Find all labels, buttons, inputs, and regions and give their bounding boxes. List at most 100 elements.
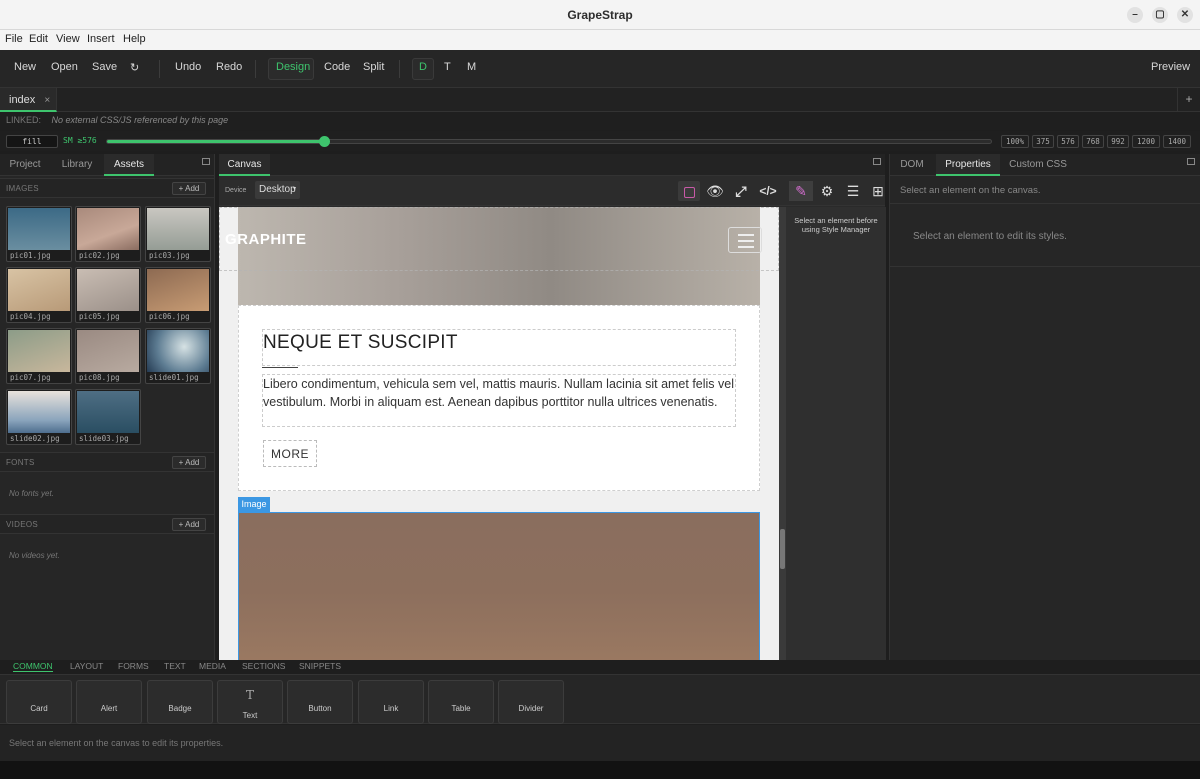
block-text[interactable]: T Text [217, 680, 283, 724]
component-outline-icon[interactable] [678, 181, 700, 201]
eye-icon[interactable]: 👁 [704, 181, 726, 201]
block-tab-media[interactable]: MEDIA [199, 661, 226, 671]
width-chip[interactable]: 1200 [1132, 135, 1160, 148]
width-slider[interactable] [106, 136, 992, 147]
split-mode-button[interactable]: Split [363, 61, 384, 73]
tab-library[interactable]: Library [52, 154, 102, 176]
canvas-scrollbar-thumb[interactable] [780, 529, 785, 569]
width-slider-handle[interactable] [318, 136, 330, 147]
maximize-icon[interactable]: ▢ [1152, 7, 1168, 23]
new-button[interactable]: New [14, 61, 36, 73]
asset-thumb[interactable]: pic02.jpg [75, 206, 141, 262]
heading-box[interactable]: NEQUE ET SUSCIPIT [262, 329, 736, 366]
right-panel-tabs: DOM Properties Custom CSS [890, 154, 1200, 176]
asset-thumb[interactable]: pic06.jpg [145, 267, 211, 323]
canvas-toolbar: Device Desktop ▾ [219, 176, 885, 206]
width-chip[interactable]: 375 [1032, 135, 1054, 148]
toolbar-divider [399, 60, 400, 78]
redo-button[interactable]: Redo [216, 61, 242, 73]
save-button[interactable]: Save [92, 61, 117, 73]
block-link[interactable]: Link [358, 680, 424, 724]
tab-assets[interactable]: Assets [104, 154, 154, 176]
open-button[interactable]: Open [51, 61, 78, 73]
preview-button[interactable]: Preview [1151, 61, 1190, 73]
menu-view[interactable]: View [56, 33, 80, 45]
asset-thumb[interactable]: pic08.jpg [75, 328, 141, 384]
width-chip[interactable]: 100% [1001, 135, 1029, 148]
fonts-header: FONTS [6, 458, 35, 467]
doc-tab-index[interactable]: index × [0, 88, 57, 112]
canvas-scrollbar[interactable] [779, 207, 786, 664]
block-tab-forms[interactable]: FORMS [118, 661, 149, 671]
block-divider[interactable]: Divider [498, 680, 564, 724]
code-mode-button[interactable]: Code [324, 61, 350, 73]
undo-button[interactable]: Undo [175, 61, 201, 73]
asset-thumb[interactable]: pic03.jpg [145, 206, 211, 262]
close-tab-icon[interactable]: × [44, 95, 50, 106]
asset-image [147, 330, 209, 372]
brand-text[interactable]: GRAPHITE [225, 231, 307, 248]
panel-undock-icon[interactable] [873, 158, 881, 165]
block-button[interactable]: Button [287, 680, 353, 724]
device-select[interactable]: Desktop ▾ [255, 181, 300, 199]
add-image-button[interactable]: + Add [172, 182, 206, 195]
menu-file[interactable]: File [5, 33, 23, 45]
settings-gear-icon[interactable]: ⚙ [816, 181, 838, 201]
block-tab-text[interactable]: TEXT [164, 661, 186, 671]
block-alert[interactable]: Alert [76, 680, 142, 724]
menu-edit[interactable]: Edit [29, 33, 48, 45]
width-chip[interactable]: 992 [1107, 135, 1129, 148]
selected-image[interactable] [238, 512, 760, 664]
document-tab-bar: index × + [0, 88, 1200, 112]
fill-button[interactable]: fill [6, 135, 58, 148]
block-card[interactable]: Card [6, 680, 72, 724]
width-chip[interactable]: 576 [1057, 135, 1079, 148]
tab-custom-css[interactable]: Custom CSS [1002, 154, 1074, 176]
hamburger-menu-icon[interactable] [728, 227, 762, 253]
menu-insert[interactable]: Insert [87, 33, 115, 45]
canvas-frame: GRAPHITE NEQUE ET SUSCIPIT Libero condim… [219, 207, 779, 664]
close-icon[interactable]: ✕ [1177, 7, 1193, 23]
fullscreen-icon[interactable]: ⤢ [730, 181, 752, 201]
width-chip[interactable]: 1400 [1163, 135, 1191, 148]
add-tab-button[interactable]: + [1177, 88, 1200, 112]
panel-undock-icon[interactable] [202, 158, 210, 165]
minimize-icon[interactable]: – [1127, 7, 1143, 23]
style-manager-brush-icon[interactable]: ✎ [789, 181, 813, 201]
asset-filename: pic05.jpg [79, 312, 120, 321]
device-desktop-button[interactable]: D [419, 61, 427, 73]
block-badge[interactable]: Badge [147, 680, 213, 724]
code-icon[interactable]: </> [756, 181, 780, 201]
more-button[interactable]: MORE [263, 440, 317, 467]
block-tab-sections[interactable]: SECTIONS [242, 661, 285, 671]
block-table[interactable]: Table [428, 680, 494, 724]
layer-manager-icon[interactable]: ☰ [842, 181, 864, 201]
block-tab-layout[interactable]: LAYOUT [70, 661, 103, 671]
block-tab-snippets[interactable]: SNIPPETS [299, 661, 341, 671]
design-mode-button[interactable]: Design [276, 61, 310, 73]
section-paragraph[interactable]: Libero condimentum, vehicula sem vel, ma… [262, 374, 736, 427]
tab-properties[interactable]: Properties [936, 154, 1000, 176]
width-chip[interactable]: 768 [1082, 135, 1104, 148]
panel-undock-icon[interactable] [1187, 158, 1195, 165]
block-category-tabs: COMMON LAYOUT FORMS TEXT MEDIA SECTIONS … [0, 660, 1200, 674]
add-font-button[interactable]: + Add [172, 456, 206, 469]
asset-thumb[interactable]: pic07.jpg [6, 328, 72, 384]
tab-project[interactable]: Project [0, 154, 50, 176]
asset-thumb[interactable]: slide02.jpg [6, 389, 72, 445]
asset-thumb[interactable]: slide03.jpg [75, 389, 141, 445]
toolbar: New Open Save ↻ Undo Redo Design Code Sp… [0, 50, 1200, 88]
menu-help[interactable]: Help [123, 33, 146, 45]
device-tablet-button[interactable]: T [444, 61, 451, 73]
asset-thumb[interactable]: pic01.jpg [6, 206, 72, 262]
asset-thumb[interactable]: pic04.jpg [6, 267, 72, 323]
refresh-icon[interactable]: ↻ [130, 61, 139, 74]
asset-thumb[interactable]: pic05.jpg [75, 267, 141, 323]
asset-thumb[interactable]: slide01.jpg [145, 328, 211, 384]
device-mobile-button[interactable]: M [467, 61, 476, 73]
blocks-grid-icon[interactable]: ⊞ [868, 181, 888, 201]
add-video-button[interactable]: + Add [172, 518, 206, 531]
tab-canvas[interactable]: Canvas [219, 154, 270, 176]
tab-dom[interactable]: DOM [890, 154, 934, 176]
block-tab-common[interactable]: COMMON [13, 661, 53, 672]
